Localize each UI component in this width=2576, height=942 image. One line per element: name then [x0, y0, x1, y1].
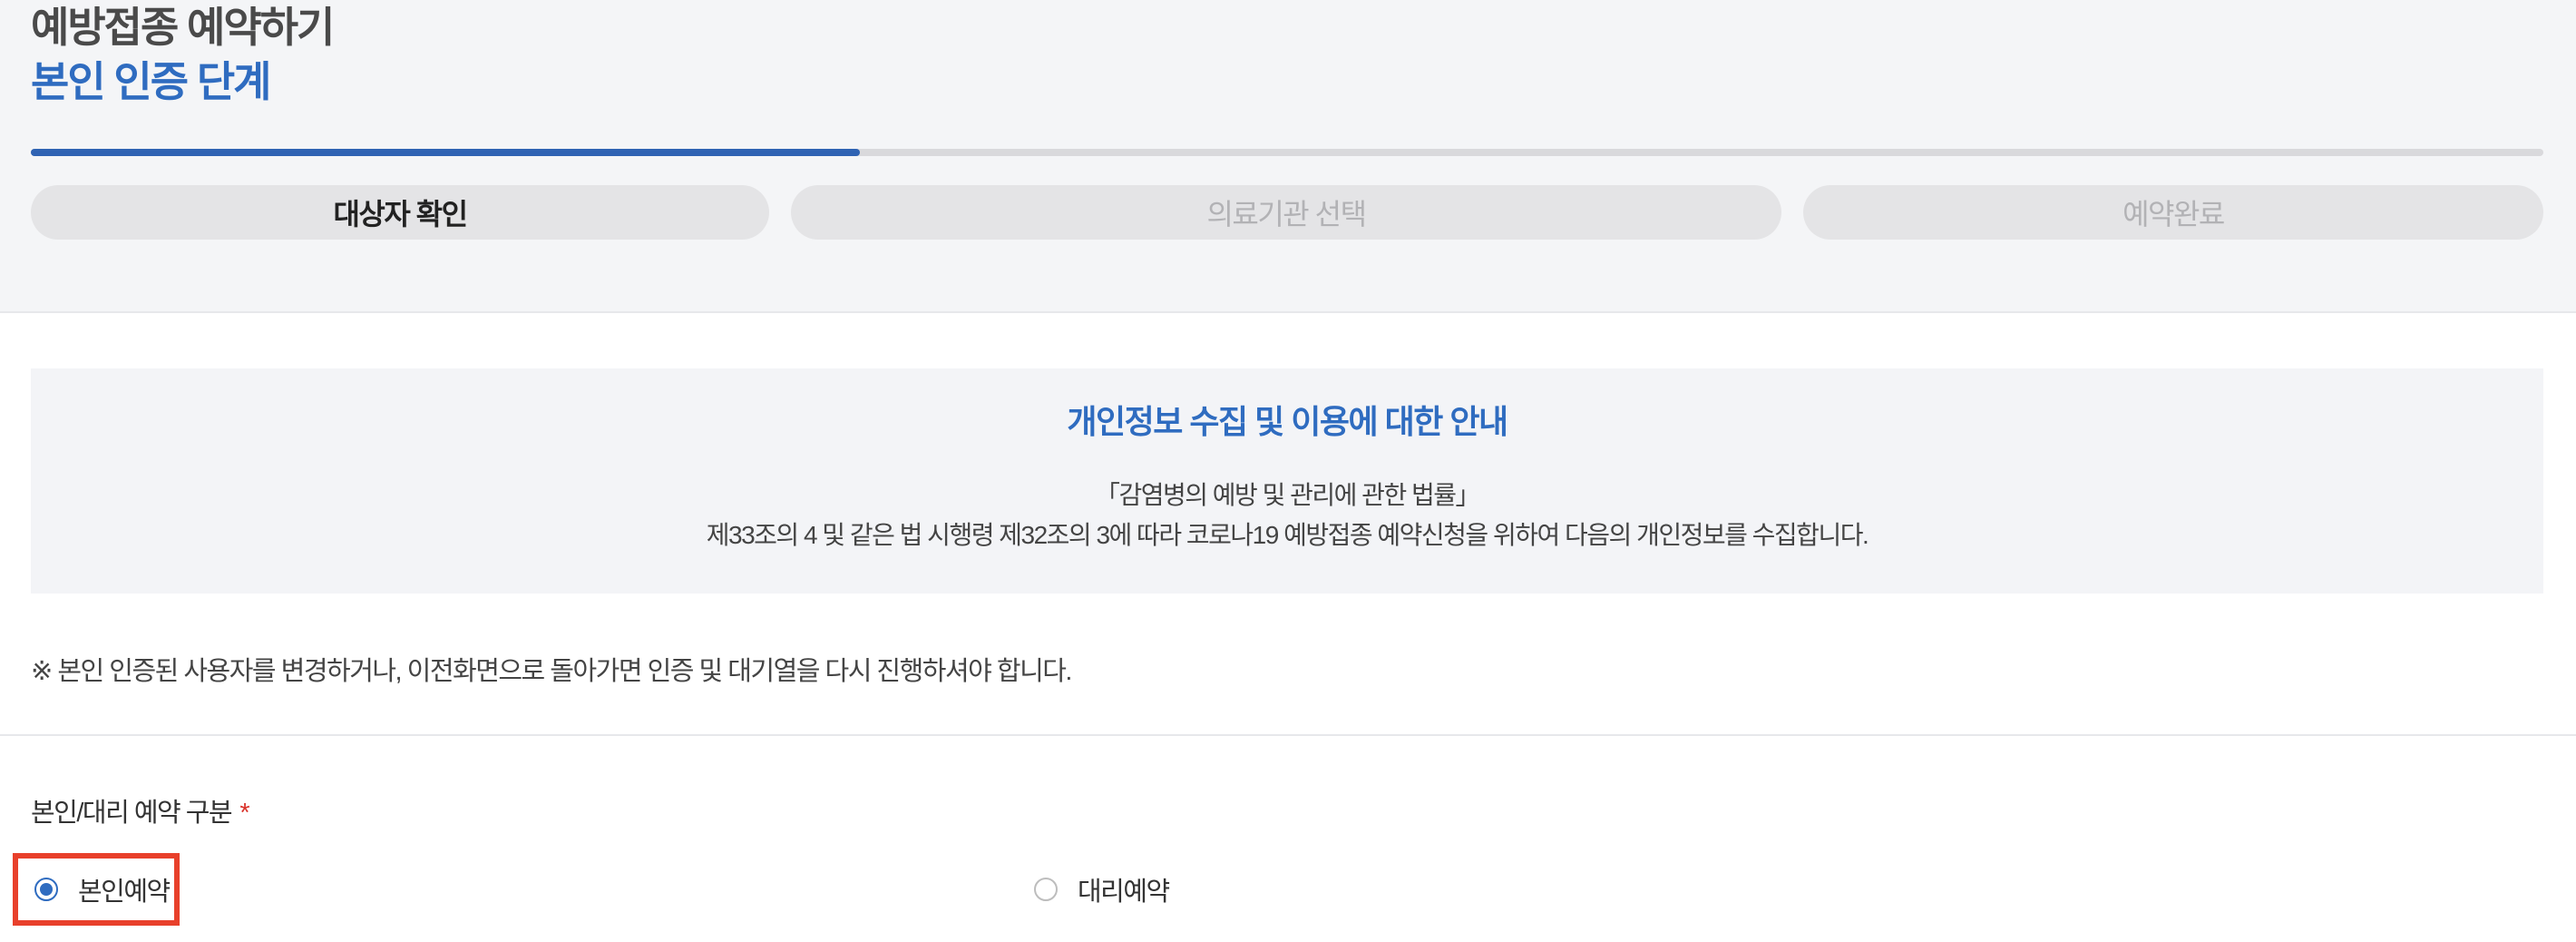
page-title: 예방접종 예약하기 [31, 4, 335, 51]
header-area: 예방접종 예약하기 본인 인증 단계 대상자 확인 의료기관 선택 예약완료 [0, 0, 2576, 313]
privacy-info-text: 제33조의 4 및 같은 법 시행령 제32조의 3에 따라 코로나19 예방접… [706, 521, 1869, 549]
privacy-info-title: 개인정보 수집 및 이용에 대한 안내 [1067, 403, 1508, 440]
radio-unchecked-icon[interactable] [1034, 878, 1058, 901]
radio-checked-icon[interactable] [34, 878, 58, 901]
required-mark: * [239, 799, 249, 828]
progress-bar [31, 149, 2543, 156]
step-label: 대상자 확인 [333, 198, 468, 231]
radio-proxy-reservation[interactable]: 대리예약 [1034, 866, 1170, 913]
notice-text: ※ 본인 인증된 사용자를 변경하거나, 이전화면으로 돌아가면 인증 및 대기… [31, 657, 1072, 686]
step-target-check: 대상자 확인 [31, 185, 769, 240]
step-reservation-complete: 예약완료 [1803, 185, 2543, 240]
step-hospital-select: 의료기관 선택 [791, 185, 1781, 240]
radio-self-reservation-label[interactable]: 본인예약 [78, 870, 171, 908]
step-label: 예약완료 [2122, 198, 2225, 231]
privacy-info-law: 「감염병의 예방 및 관리에 관한 법률」 [1094, 481, 1481, 509]
radio-proxy-reservation-label[interactable]: 대리예약 [1078, 870, 1170, 908]
section-divider [0, 734, 2576, 736]
page-subtitle: 본인 인증 단계 [31, 58, 271, 105]
radio-self-reservation[interactable]: 본인예약 [13, 853, 180, 926]
privacy-info-box: 개인정보 수집 및 이용에 대한 안내 「감염병의 예방 및 관리에 관한 법률… [31, 368, 2543, 594]
step-label: 의료기관 선택 [1206, 198, 1367, 231]
progress-bar-fill [31, 149, 861, 156]
reservation-type-label-text: 본인/대리 예약 구분 [31, 799, 233, 828]
reservation-type-label: 본인/대리 예약 구분 * [31, 791, 249, 829]
